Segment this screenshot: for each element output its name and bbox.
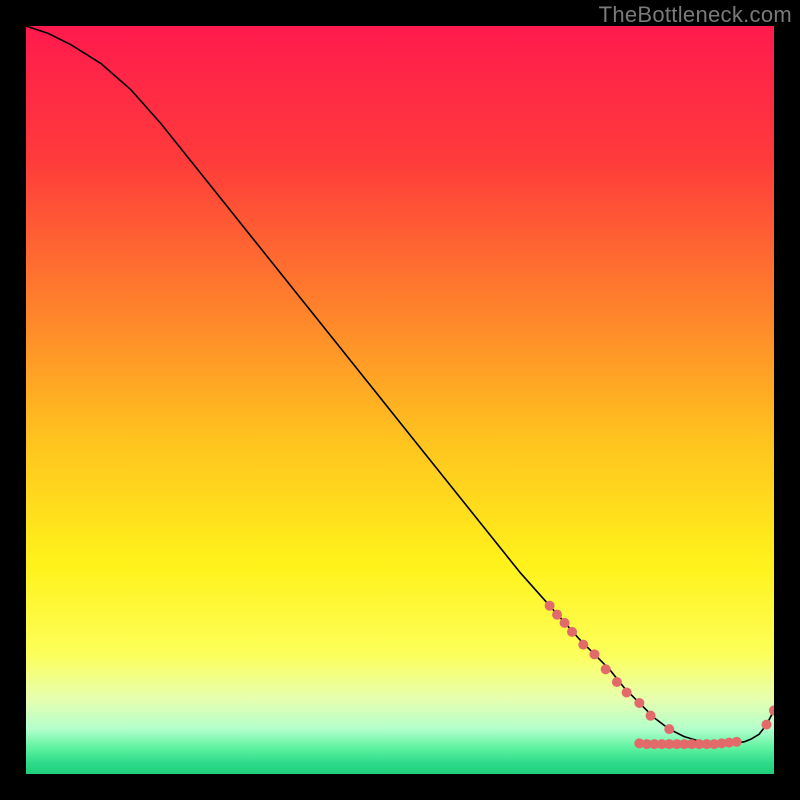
data-point-marker bbox=[578, 640, 588, 650]
data-point-marker bbox=[601, 664, 611, 674]
watermark-text: TheBottleneck.com bbox=[599, 2, 792, 28]
data-point-marker bbox=[612, 677, 622, 687]
data-point-marker bbox=[545, 601, 555, 611]
data-point-marker bbox=[622, 687, 632, 697]
data-point-marker bbox=[646, 711, 656, 721]
data-point-marker bbox=[664, 724, 674, 734]
gradient-background bbox=[26, 26, 774, 774]
data-point-marker bbox=[567, 627, 577, 637]
data-point-marker bbox=[560, 618, 570, 628]
data-point-marker bbox=[762, 720, 772, 730]
data-point-marker bbox=[634, 698, 644, 708]
data-point-marker bbox=[732, 737, 742, 747]
bottleneck-chart bbox=[26, 26, 774, 774]
data-point-marker bbox=[552, 610, 562, 620]
chart-container: TheBottleneck.com bbox=[0, 0, 800, 800]
data-point-marker bbox=[589, 649, 599, 659]
